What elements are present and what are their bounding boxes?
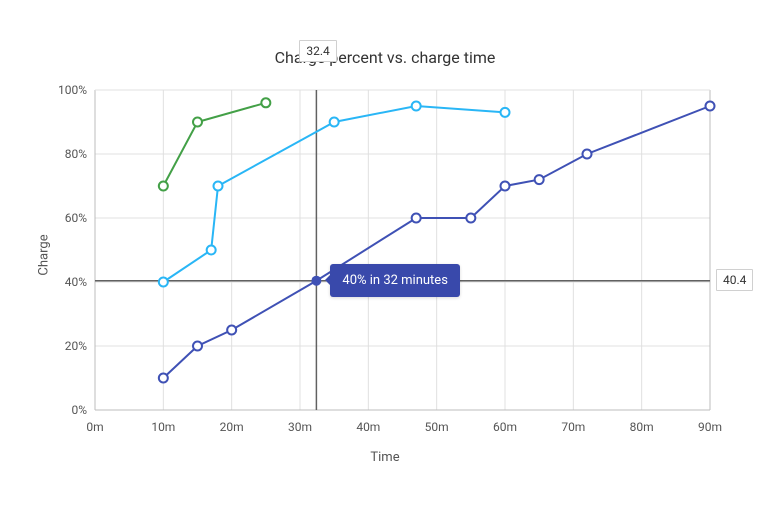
x-tick-label: 0m: [86, 420, 103, 434]
data-point: [261, 98, 270, 107]
chart-container: Charge percent vs. charge time Charge Ti…: [0, 0, 770, 516]
y-tick-label: 80%: [65, 147, 87, 161]
y-tick-label: 40%: [65, 275, 87, 289]
x-tick-label: 90m: [698, 420, 722, 434]
chart-svg: [0, 0, 770, 516]
data-point: [501, 108, 510, 117]
gridlines: [95, 90, 710, 410]
data-point: [466, 214, 475, 223]
x-tick-label: 50m: [425, 420, 449, 434]
data-point: [583, 150, 592, 159]
data-point: [535, 175, 544, 184]
data-point: [412, 214, 421, 223]
x-tick-label: 40m: [356, 420, 380, 434]
data-point: [412, 102, 421, 111]
data-point: [159, 182, 168, 191]
y-tick-label: 20%: [65, 339, 87, 353]
highlight-point: [311, 276, 321, 286]
x-tick-label: 10m: [151, 420, 175, 434]
x-tick-label: 30m: [288, 420, 312, 434]
crosshair: [95, 90, 710, 410]
data-point: [227, 326, 236, 335]
y-tick-label: 0%: [71, 403, 87, 417]
y-tick-label: 60%: [65, 211, 87, 225]
tooltip-y-value: 40.4: [716, 269, 753, 291]
data-point: [330, 118, 339, 127]
data-point: [193, 118, 202, 127]
data-point: [159, 374, 168, 383]
data-point: [159, 278, 168, 287]
x-tick-label: 70m: [561, 420, 585, 434]
data-point: [207, 246, 216, 255]
series-line: [163, 103, 266, 186]
x-tick-label: 20m: [220, 420, 244, 434]
data-point: [501, 182, 510, 191]
annotation-label: 40% in 32 minutes: [330, 264, 460, 297]
axes: [95, 90, 710, 410]
data-point: [214, 182, 223, 191]
x-tick-label: 60m: [493, 420, 517, 434]
tooltip-x-value: 32.4: [299, 40, 336, 62]
data-point: [193, 342, 202, 351]
highlight-dot: [311, 276, 321, 286]
data-point: [706, 102, 715, 111]
y-tick-label: 100%: [58, 83, 87, 97]
x-tick-label: 80m: [630, 420, 654, 434]
series-line: [163, 106, 505, 282]
